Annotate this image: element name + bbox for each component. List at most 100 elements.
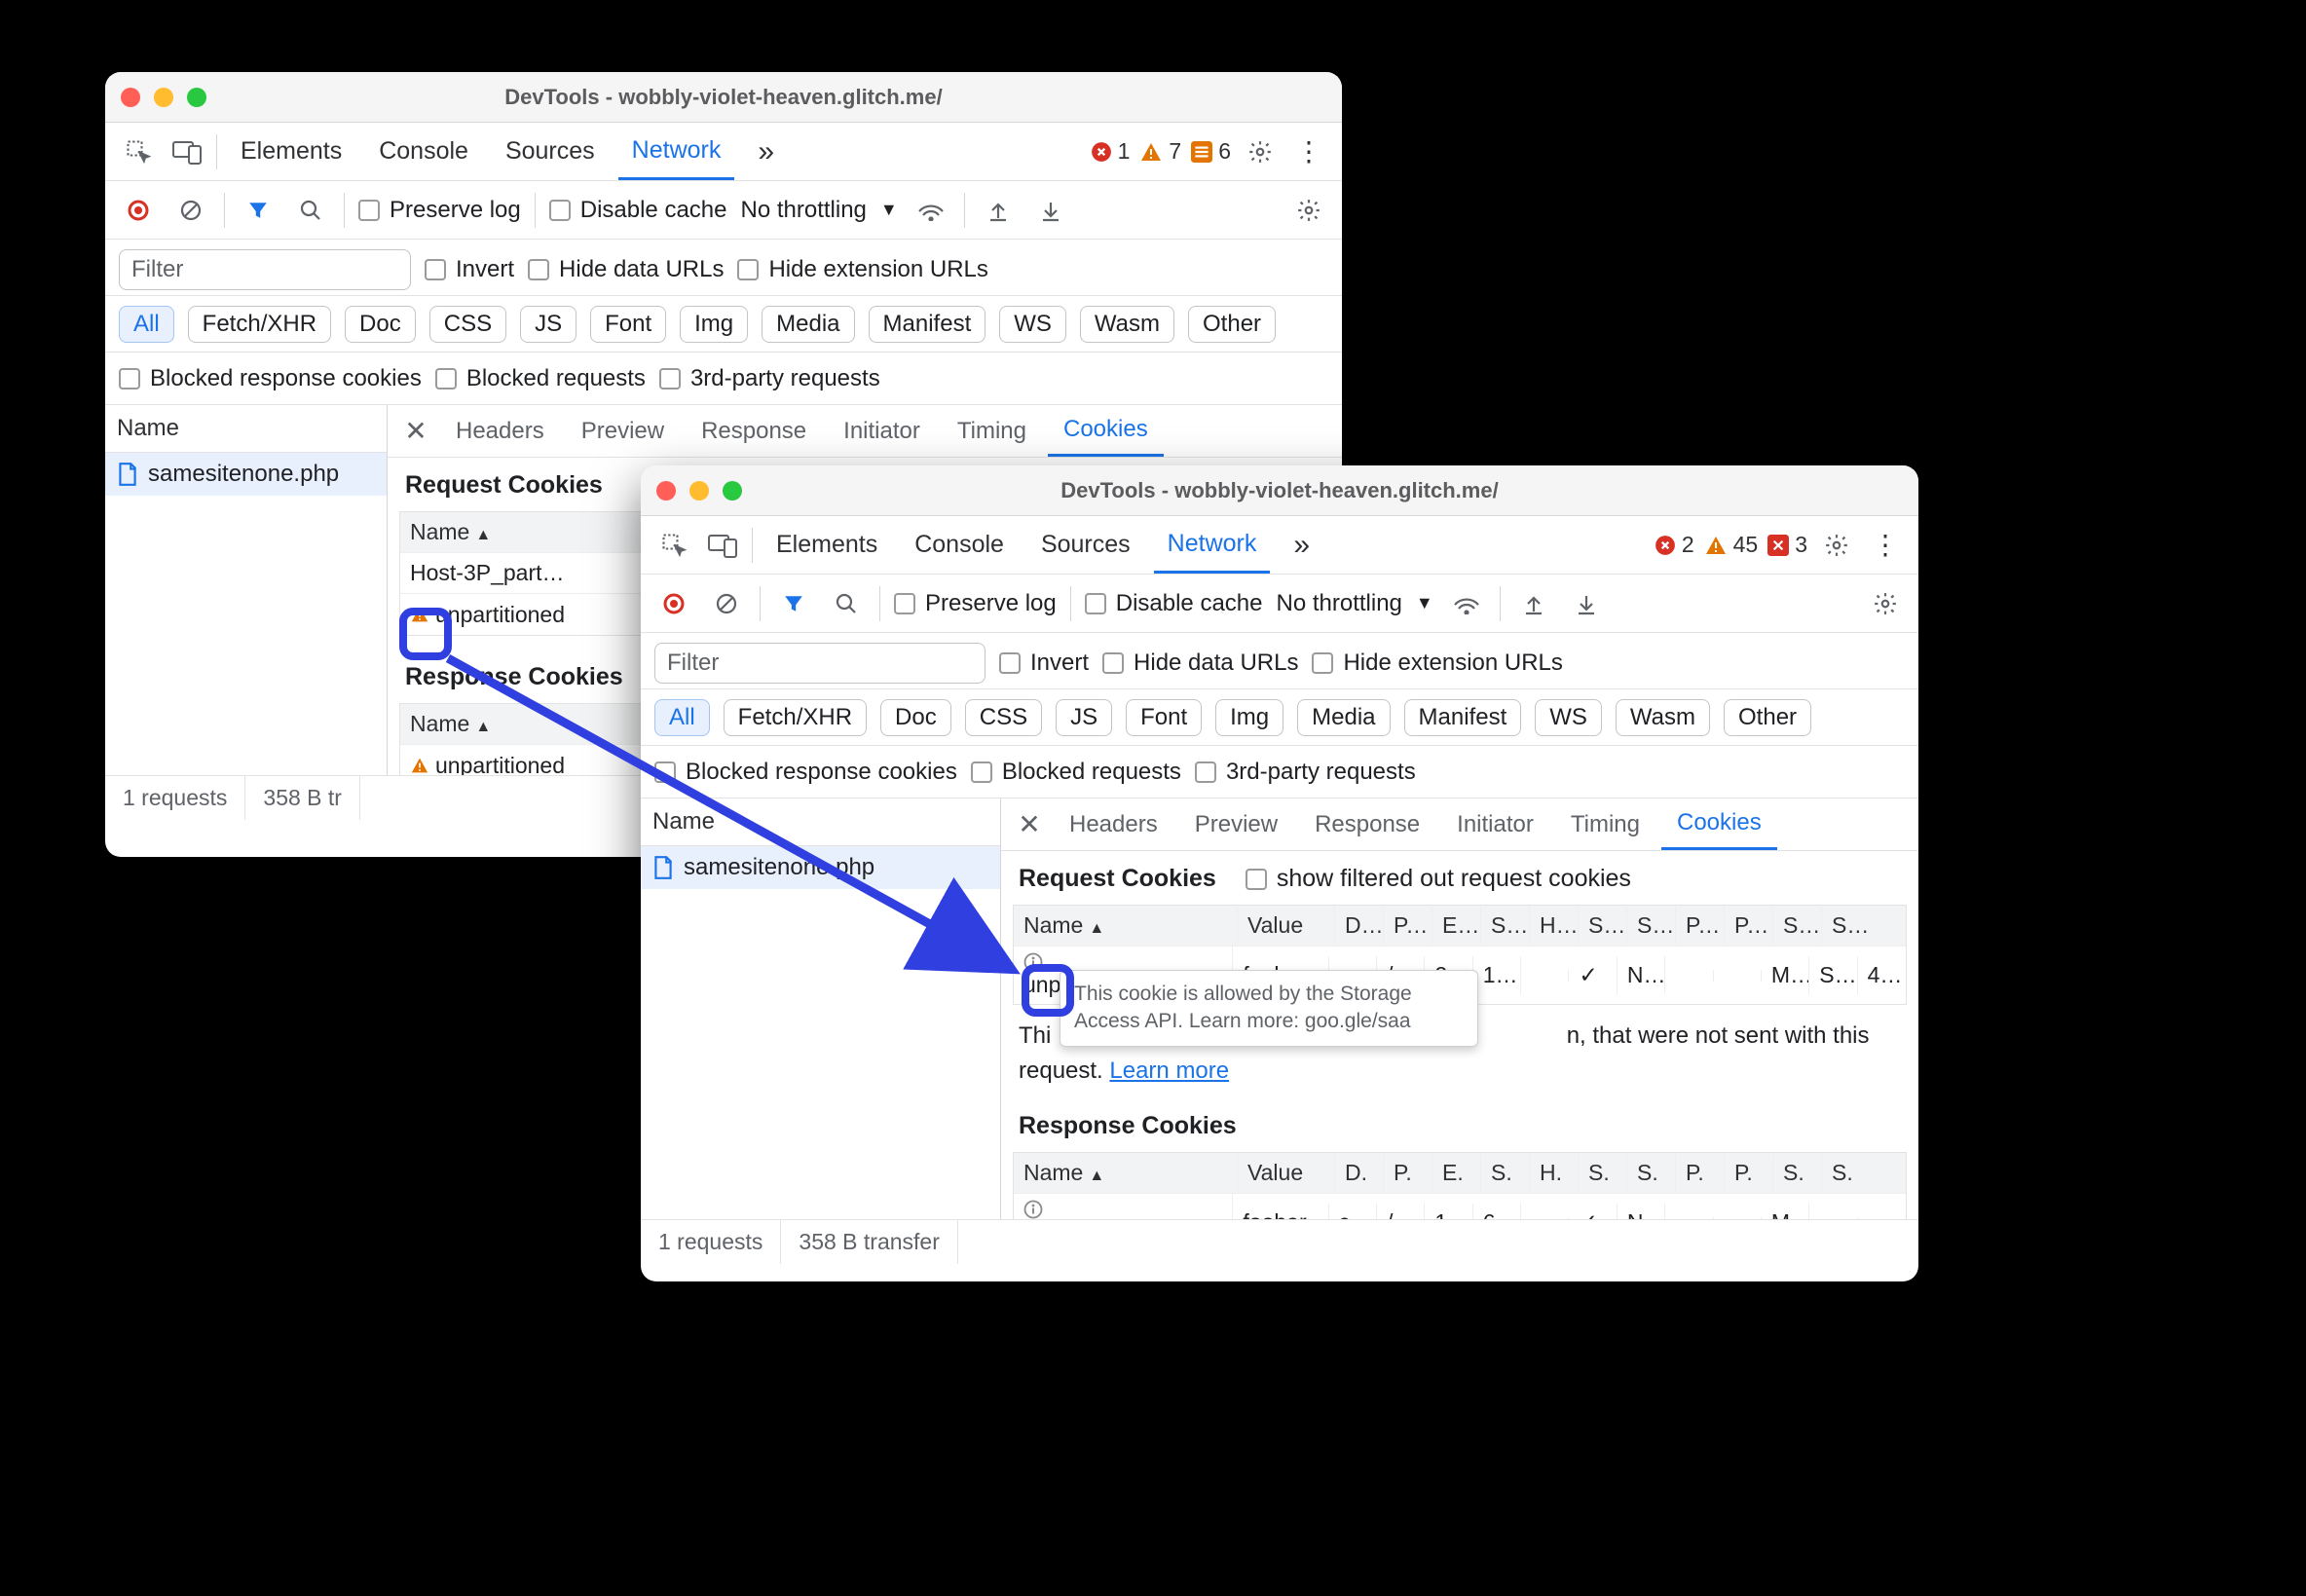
error-count[interactable]: 1 (1091, 138, 1131, 165)
invert-checkbox[interactable]: Invert (999, 650, 1089, 677)
pill-fetchxhr[interactable]: Fetch/XHR (724, 699, 867, 736)
tab-timing[interactable]: Timing (1555, 798, 1655, 850)
pill-ws[interactable]: WS (999, 306, 1066, 343)
tab-response[interactable]: Response (686, 405, 822, 457)
pill-css[interactable]: CSS (965, 699, 1042, 736)
issues-count[interactable]: 6 (1191, 138, 1231, 165)
kebab-menu-icon[interactable]: ⋮ (1866, 526, 1905, 565)
tab-headers[interactable]: Headers (1054, 798, 1173, 850)
panel-settings-icon[interactable] (1866, 584, 1905, 623)
third-party-checkbox[interactable]: 3rd-party requests (1195, 759, 1416, 786)
column-name[interactable]: Name (641, 798, 1000, 846)
table-header[interactable]: P. (1384, 1154, 1432, 1192)
filter-input[interactable]: Filter (654, 643, 986, 684)
table-header[interactable]: S... (1773, 907, 1822, 945)
filter-icon[interactable] (239, 191, 278, 230)
download-har-icon[interactable] (1031, 191, 1070, 230)
pill-doc[interactable]: Doc (880, 699, 951, 736)
pill-other[interactable]: Other (1724, 699, 1811, 736)
table-row[interactable]: unpartitionedfoobarc…/1…6…✓N…M… (1014, 1194, 1906, 1219)
table-header[interactable]: S. (1579, 1154, 1627, 1192)
search-icon[interactable] (827, 584, 866, 623)
record-icon[interactable] (119, 191, 158, 230)
table-header[interactable]: D... (1335, 907, 1384, 945)
pill-img[interactable]: Img (1215, 699, 1283, 736)
learn-more-link[interactable]: Learn more (1109, 1058, 1229, 1084)
tab-sources[interactable]: Sources (1027, 516, 1144, 574)
chevron-down-icon[interactable]: ▼ (1416, 593, 1433, 613)
pill-other[interactable]: Other (1188, 306, 1276, 343)
chevron-down-icon[interactable]: ▼ (880, 200, 898, 220)
table-header[interactable]: Name▲ (1014, 907, 1238, 945)
inspect-icon[interactable] (119, 132, 158, 171)
pill-wasm[interactable]: Wasm (1080, 306, 1174, 343)
device-toggle-icon[interactable] (167, 132, 206, 171)
kebab-menu-icon[interactable]: ⋮ (1289, 132, 1328, 171)
hide-ext-urls-checkbox[interactable]: Hide extension URLs (737, 256, 987, 283)
pill-all[interactable]: All (119, 306, 174, 343)
error-count[interactable]: 2 (1655, 532, 1694, 558)
blocked-requests-checkbox[interactable]: Blocked requests (435, 365, 646, 392)
table-header[interactable]: P. (1676, 1154, 1725, 1192)
table-header[interactable]: S. (1481, 1154, 1530, 1192)
table-header[interactable]: S... (1627, 907, 1676, 945)
throttling-select[interactable]: No throttling (740, 197, 866, 224)
table-header[interactable]: H. (1530, 1154, 1579, 1192)
table-row[interactable]: unpartitioned (400, 745, 642, 775)
table-header[interactable]: Name▲ (1014, 1154, 1238, 1192)
tab-timing[interactable]: Timing (942, 405, 1042, 457)
preserve-log-checkbox[interactable]: Preserve log (358, 197, 521, 224)
filter-icon[interactable] (774, 584, 813, 623)
request-row[interactable]: samesitenone.php (105, 453, 387, 496)
search-icon[interactable] (291, 191, 330, 230)
tab-console[interactable]: Console (365, 123, 482, 180)
hide-data-urls-checkbox[interactable]: Hide data URLs (1102, 650, 1298, 677)
upload-har-icon[interactable] (1514, 584, 1553, 623)
table-header[interactable]: Value (1238, 1154, 1335, 1192)
invert-checkbox[interactable]: Invert (425, 256, 514, 283)
clear-icon[interactable] (707, 584, 746, 623)
table-row[interactable]: unpartitioned (400, 594, 642, 635)
hide-data-urls-checkbox[interactable]: Hide data URLs (528, 256, 724, 283)
pill-manifest[interactable]: Manifest (1404, 699, 1522, 736)
table-header[interactable]: P... (1676, 907, 1725, 945)
tab-elements[interactable]: Elements (227, 123, 355, 180)
table-row[interactable]: Host-3P_part… (400, 553, 642, 594)
hide-ext-urls-checkbox[interactable]: Hide extension URLs (1312, 650, 1562, 677)
pill-font[interactable]: Font (590, 306, 666, 343)
blocked-cookies-checkbox[interactable]: Blocked response cookies (654, 759, 957, 786)
issues-count[interactable]: 3 (1767, 532, 1807, 558)
table-header[interactable]: E. (1432, 1154, 1481, 1192)
network-conditions-icon[interactable] (911, 191, 950, 230)
disable-cache-checkbox[interactable]: Disable cache (1085, 590, 1263, 617)
settings-icon[interactable] (1241, 132, 1280, 171)
table-header[interactable]: S. (1822, 1154, 1871, 1192)
pill-doc[interactable]: Doc (345, 306, 416, 343)
table-header[interactable]: S. (1773, 1154, 1822, 1192)
pill-all[interactable]: All (654, 699, 710, 736)
pill-js[interactable]: JS (520, 306, 576, 343)
table-header-name[interactable]: Name▲ (400, 705, 642, 743)
table-header[interactable]: P. (1725, 1154, 1773, 1192)
more-tabs-icon[interactable]: » (1280, 516, 1323, 574)
tab-preview[interactable]: Preview (1179, 798, 1293, 850)
pill-fetchxhr[interactable]: Fetch/XHR (188, 306, 331, 343)
table-header[interactable]: D. (1335, 1154, 1384, 1192)
tab-cookies[interactable]: Cookies (1048, 405, 1164, 457)
third-party-checkbox[interactable]: 3rd-party requests (659, 365, 880, 392)
pill-js[interactable]: JS (1056, 699, 1112, 736)
table-header[interactable]: Value (1238, 907, 1335, 945)
tab-headers[interactable]: Headers (440, 405, 560, 457)
table-header[interactable]: S... (1481, 907, 1530, 945)
table-header[interactable]: S... (1822, 907, 1871, 945)
close-detail-icon[interactable]: ✕ (1011, 808, 1048, 840)
table-header[interactable]: P... (1725, 907, 1773, 945)
tab-response[interactable]: Response (1299, 798, 1435, 850)
tab-sources[interactable]: Sources (492, 123, 609, 180)
inspect-icon[interactable] (654, 526, 693, 565)
tab-preview[interactable]: Preview (566, 405, 680, 457)
upload-har-icon[interactable] (979, 191, 1018, 230)
pill-ws[interactable]: WS (1535, 699, 1602, 736)
network-conditions-icon[interactable] (1447, 584, 1486, 623)
pill-font[interactable]: Font (1126, 699, 1202, 736)
